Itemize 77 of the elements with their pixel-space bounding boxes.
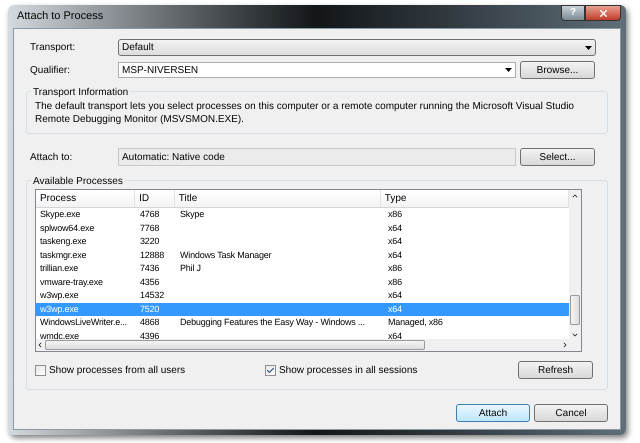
cancel-button[interactable]: Cancel <box>534 404 608 422</box>
table-cell: Windows Task Manager <box>180 250 272 260</box>
close-icon <box>598 8 608 18</box>
process-row[interactable]: Skype.exe 4768 Skype x86 <box>36 208 569 222</box>
table-cell: Phil J <box>180 263 201 274</box>
window-title: Attach to Process <box>16 9 104 24</box>
process-row[interactable]: taskeng.exe 3220 x64 <box>36 235 569 248</box>
table-cell: 4768 <box>140 209 160 220</box>
dropdown-caret-icon <box>585 46 592 50</box>
group-title: Transport Information <box>31 85 130 100</box>
vertical-scrollbar[interactable] <box>569 190 581 351</box>
scroll-right-icon[interactable] <box>561 341 569 349</box>
attach-button[interactable]: Attach <box>456 404 530 422</box>
process-row[interactable]: splwow64.exe 7768 x64 <box>36 222 569 235</box>
process-row[interactable]: wmdc.exe 4396 x64 <box>36 330 569 339</box>
column-header[interactable]: Title <box>174 190 381 207</box>
table-cell: w3wp.exe <box>40 304 78 314</box>
attach-to-label: Attach to: <box>29 150 74 164</box>
check-icon <box>266 366 275 374</box>
table-cell: taskmgr.exe <box>40 250 86 260</box>
scroll-left-icon[interactable] <box>36 341 44 349</box>
process-row[interactable]: w3wp.exe 14532 x64 <box>36 289 569 302</box>
table-cell: 7768 <box>140 222 160 233</box>
column-header[interactable]: ID <box>135 190 175 207</box>
table-cell: taskeng.exe <box>40 236 86 246</box>
checkbox[interactable] <box>265 364 276 376</box>
checkbox[interactable] <box>35 364 46 376</box>
table-cell: x64 <box>388 250 402 260</box>
table-cell: wmdc.exe <box>40 330 79 339</box>
close-button[interactable] <box>585 5 621 21</box>
table-cell: splwow64.exe <box>40 222 94 233</box>
table-cell: x86 <box>388 276 402 287</box>
qualifier-label: Qualifier: <box>29 64 72 78</box>
table-cell: Debugging Features the Easy Way - Windows ... <box>180 317 365 328</box>
scrollbar-thumb[interactable] <box>570 295 580 325</box>
table-cell: 4356 <box>140 276 160 287</box>
browse-button[interactable]: Browse... <box>520 61 595 79</box>
attach-to-field: Automatic: Native code <box>118 148 516 166</box>
table-cell: WindowsLiveWriter.e... <box>40 317 127 328</box>
table-cell: Skype <box>180 209 204 220</box>
process-row[interactable]: vmware-tray.exe 4356 x86 <box>36 276 569 289</box>
qualifier-combobox[interactable]: MSP-NIVERSEN <box>118 62 516 78</box>
transport-dropdown[interactable]: Default <box>118 39 596 56</box>
process-row[interactable]: trillian.exe 7436 Phil J x86 <box>36 262 569 276</box>
checkbox-label: Show processes from all users <box>49 364 186 378</box>
table-cell: x86 <box>388 209 402 220</box>
transport-label: Transport: <box>29 41 76 55</box>
scroll-down-icon[interactable] <box>571 331 579 339</box>
scroll-up-icon[interactable] <box>571 192 579 200</box>
process-row[interactable]: taskmgr.exe 12888 Windows Task Manager x64 <box>36 248 569 262</box>
scrollbar-thumb[interactable] <box>45 340 425 350</box>
table-cell: x64 <box>388 222 402 233</box>
table-cell: 12888 <box>140 250 164 260</box>
table-cell: 4868 <box>140 317 160 328</box>
table-cell: Skype.exe <box>40 209 80 220</box>
horizontal-scrollbar[interactable] <box>36 339 569 351</box>
table-cell: x64 <box>388 236 402 246</box>
table-cell: x64 <box>388 330 402 339</box>
table-cell: vmware-tray.exe <box>40 276 103 287</box>
table-cell: 14532 <box>140 290 164 300</box>
table-cell: 7520 <box>140 304 160 314</box>
table-cell: trillian.exe <box>40 263 78 274</box>
table-cell: 7436 <box>140 263 160 274</box>
process-row[interactable]: WindowsLiveWriter.e... 4868 Debugging Features the Easy Way - Windows ... Managed, x86 <box>36 316 569 330</box>
refresh-button[interactable]: Refresh <box>518 361 593 379</box>
table-cell: x64 <box>388 290 402 300</box>
table-cell: x64 <box>388 304 402 314</box>
dropdown-caret-icon <box>505 68 512 72</box>
transport-description: The default transport lets you select processes on this computer or a remote computer running the Microsoft Visual Studio Remote Debugging Monitor (MSVSMON.EXE). <box>35 100 575 126</box>
column-header[interactable]: Process <box>36 190 136 207</box>
table-cell: Managed, x86 <box>388 317 443 328</box>
select-button[interactable]: Select... <box>520 148 595 166</box>
table-cell: x86 <box>388 263 402 274</box>
table-cell: w3wp.exe <box>40 290 78 300</box>
checkbox-label: Show processes in all sessions <box>279 364 418 378</box>
table-cell: 3220 <box>140 236 160 246</box>
table-cell: 4396 <box>140 330 160 339</box>
